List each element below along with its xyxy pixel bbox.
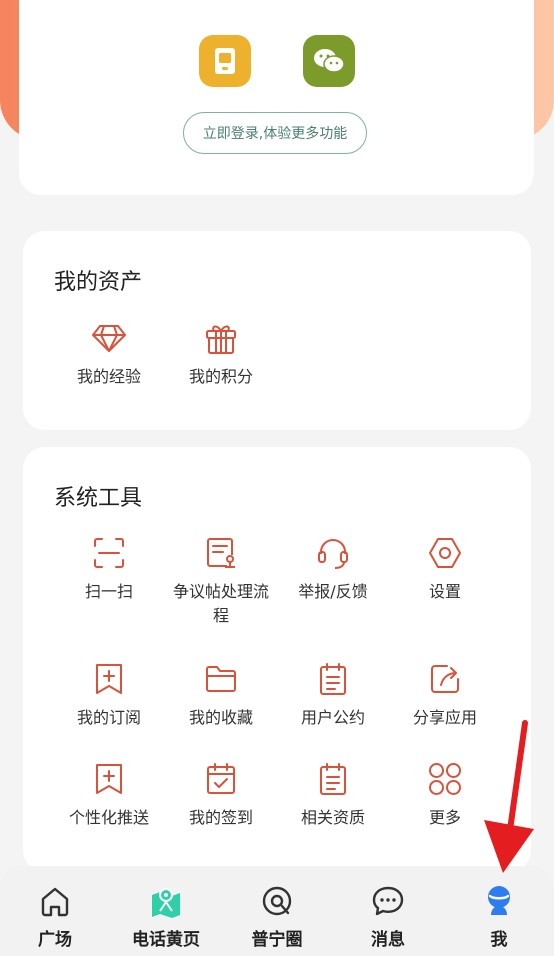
tool-check-in[interactable]: 我的签到 (165, 761, 277, 830)
chat-icon (372, 886, 404, 916)
tab-messages[interactable]: 消息 (333, 884, 443, 950)
tool-share-app[interactable]: 分享应用 (389, 661, 501, 730)
tool-more[interactable]: 更多 (389, 761, 501, 830)
tool-settings[interactable]: 设置 (389, 535, 501, 604)
bookmark-plus-icon (96, 764, 122, 794)
clipboard-icon (320, 763, 346, 795)
map-icon (152, 888, 180, 918)
tool-favorites[interactable]: 我的收藏 (165, 661, 277, 730)
dispute-post-icon (207, 538, 235, 568)
tab-yellow-pages[interactable]: 电话黄页 (111, 884, 221, 950)
tool-label: 我的签到 (188, 808, 253, 827)
phone-app-icon[interactable] (198, 35, 251, 87)
clipboard-icon (320, 663, 346, 695)
tool-label: 用户公约 (300, 708, 365, 727)
asset-item-experience[interactable]: 我的经验 (53, 320, 165, 389)
tool-subscriptions[interactable]: 我的订阅 (53, 661, 165, 730)
tool-personalized-push[interactable]: 个性化推送 (53, 761, 165, 830)
tool-label: 设置 (428, 582, 461, 601)
tool-label: 分享应用 (412, 708, 477, 727)
asset-item-label: 我的经验 (76, 367, 141, 386)
tab-me[interactable]: 我 (444, 884, 554, 950)
asset-item-points[interactable]: 我的积分 (165, 320, 277, 389)
share-icon (431, 665, 459, 693)
tool-label: 我的收藏 (188, 708, 253, 727)
assets-card: 我的资产 我的经验 我的积分 (23, 231, 531, 430)
clover-icon (429, 763, 461, 795)
asset-item-label: 我的积分 (188, 367, 253, 386)
login-methods (19, 35, 534, 87)
tab-plaza[interactable]: 广场 (0, 884, 110, 950)
tab-puning-circle[interactable]: 普宁圈 (222, 884, 332, 950)
diamond-icon (92, 325, 126, 352)
tool-qualifications[interactable]: 相关资质 (277, 761, 389, 830)
headset-icon (318, 539, 348, 569)
tool-label: 更多 (428, 808, 461, 827)
tool-scan[interactable]: 扫一扫 (53, 535, 165, 604)
bookmark-plus-icon (96, 664, 122, 694)
folder-icon (206, 666, 236, 692)
tab-label: 我 (490, 930, 508, 950)
gift-icon (206, 325, 236, 354)
tab-label: 普宁圈 (251, 930, 303, 950)
home-icon (41, 887, 69, 917)
user-icon (488, 886, 510, 915)
tab-label: 广场 (38, 930, 72, 950)
login-card: 立即登录,体验更多功能 (19, 0, 534, 195)
tool-label: 相关资质 (300, 808, 365, 827)
calendar-check-icon (207, 763, 235, 794)
tab-label: 电话黄页 (132, 930, 200, 950)
tool-report-feedback[interactable]: 举报/反馈 (277, 535, 389, 604)
tab-label: 消息 (371, 930, 405, 950)
settings-icon (429, 538, 461, 568)
assets-title: 我的资产 (54, 270, 143, 295)
tool-dispute-process[interactable]: 争议帖处理流程 (165, 535, 277, 628)
tool-label: 我的订阅 (76, 708, 141, 727)
wechat-icon[interactable] (302, 35, 355, 87)
tool-label: 个性化推送 (68, 808, 149, 827)
circle-icon (262, 886, 292, 916)
tools-card: 系统工具 扫一扫 争议帖处理流程 举报/反馈 设置 我的订阅 我的收藏 用户公约… (23, 447, 531, 872)
bottom-tab-bar: 广场 电话黄页 普宁圈 消息 我 (0, 866, 554, 956)
tool-user-agreement[interactable]: 用户公约 (277, 661, 389, 730)
tools-title: 系统工具 (54, 486, 143, 511)
tool-label: 争议帖处理流程 (172, 582, 269, 625)
scan-icon (94, 538, 124, 568)
login-button[interactable]: 立即登录,体验更多功能 (183, 112, 367, 154)
tool-label: 举报/反馈 (298, 582, 368, 601)
tool-label: 扫一扫 (84, 582, 133, 601)
